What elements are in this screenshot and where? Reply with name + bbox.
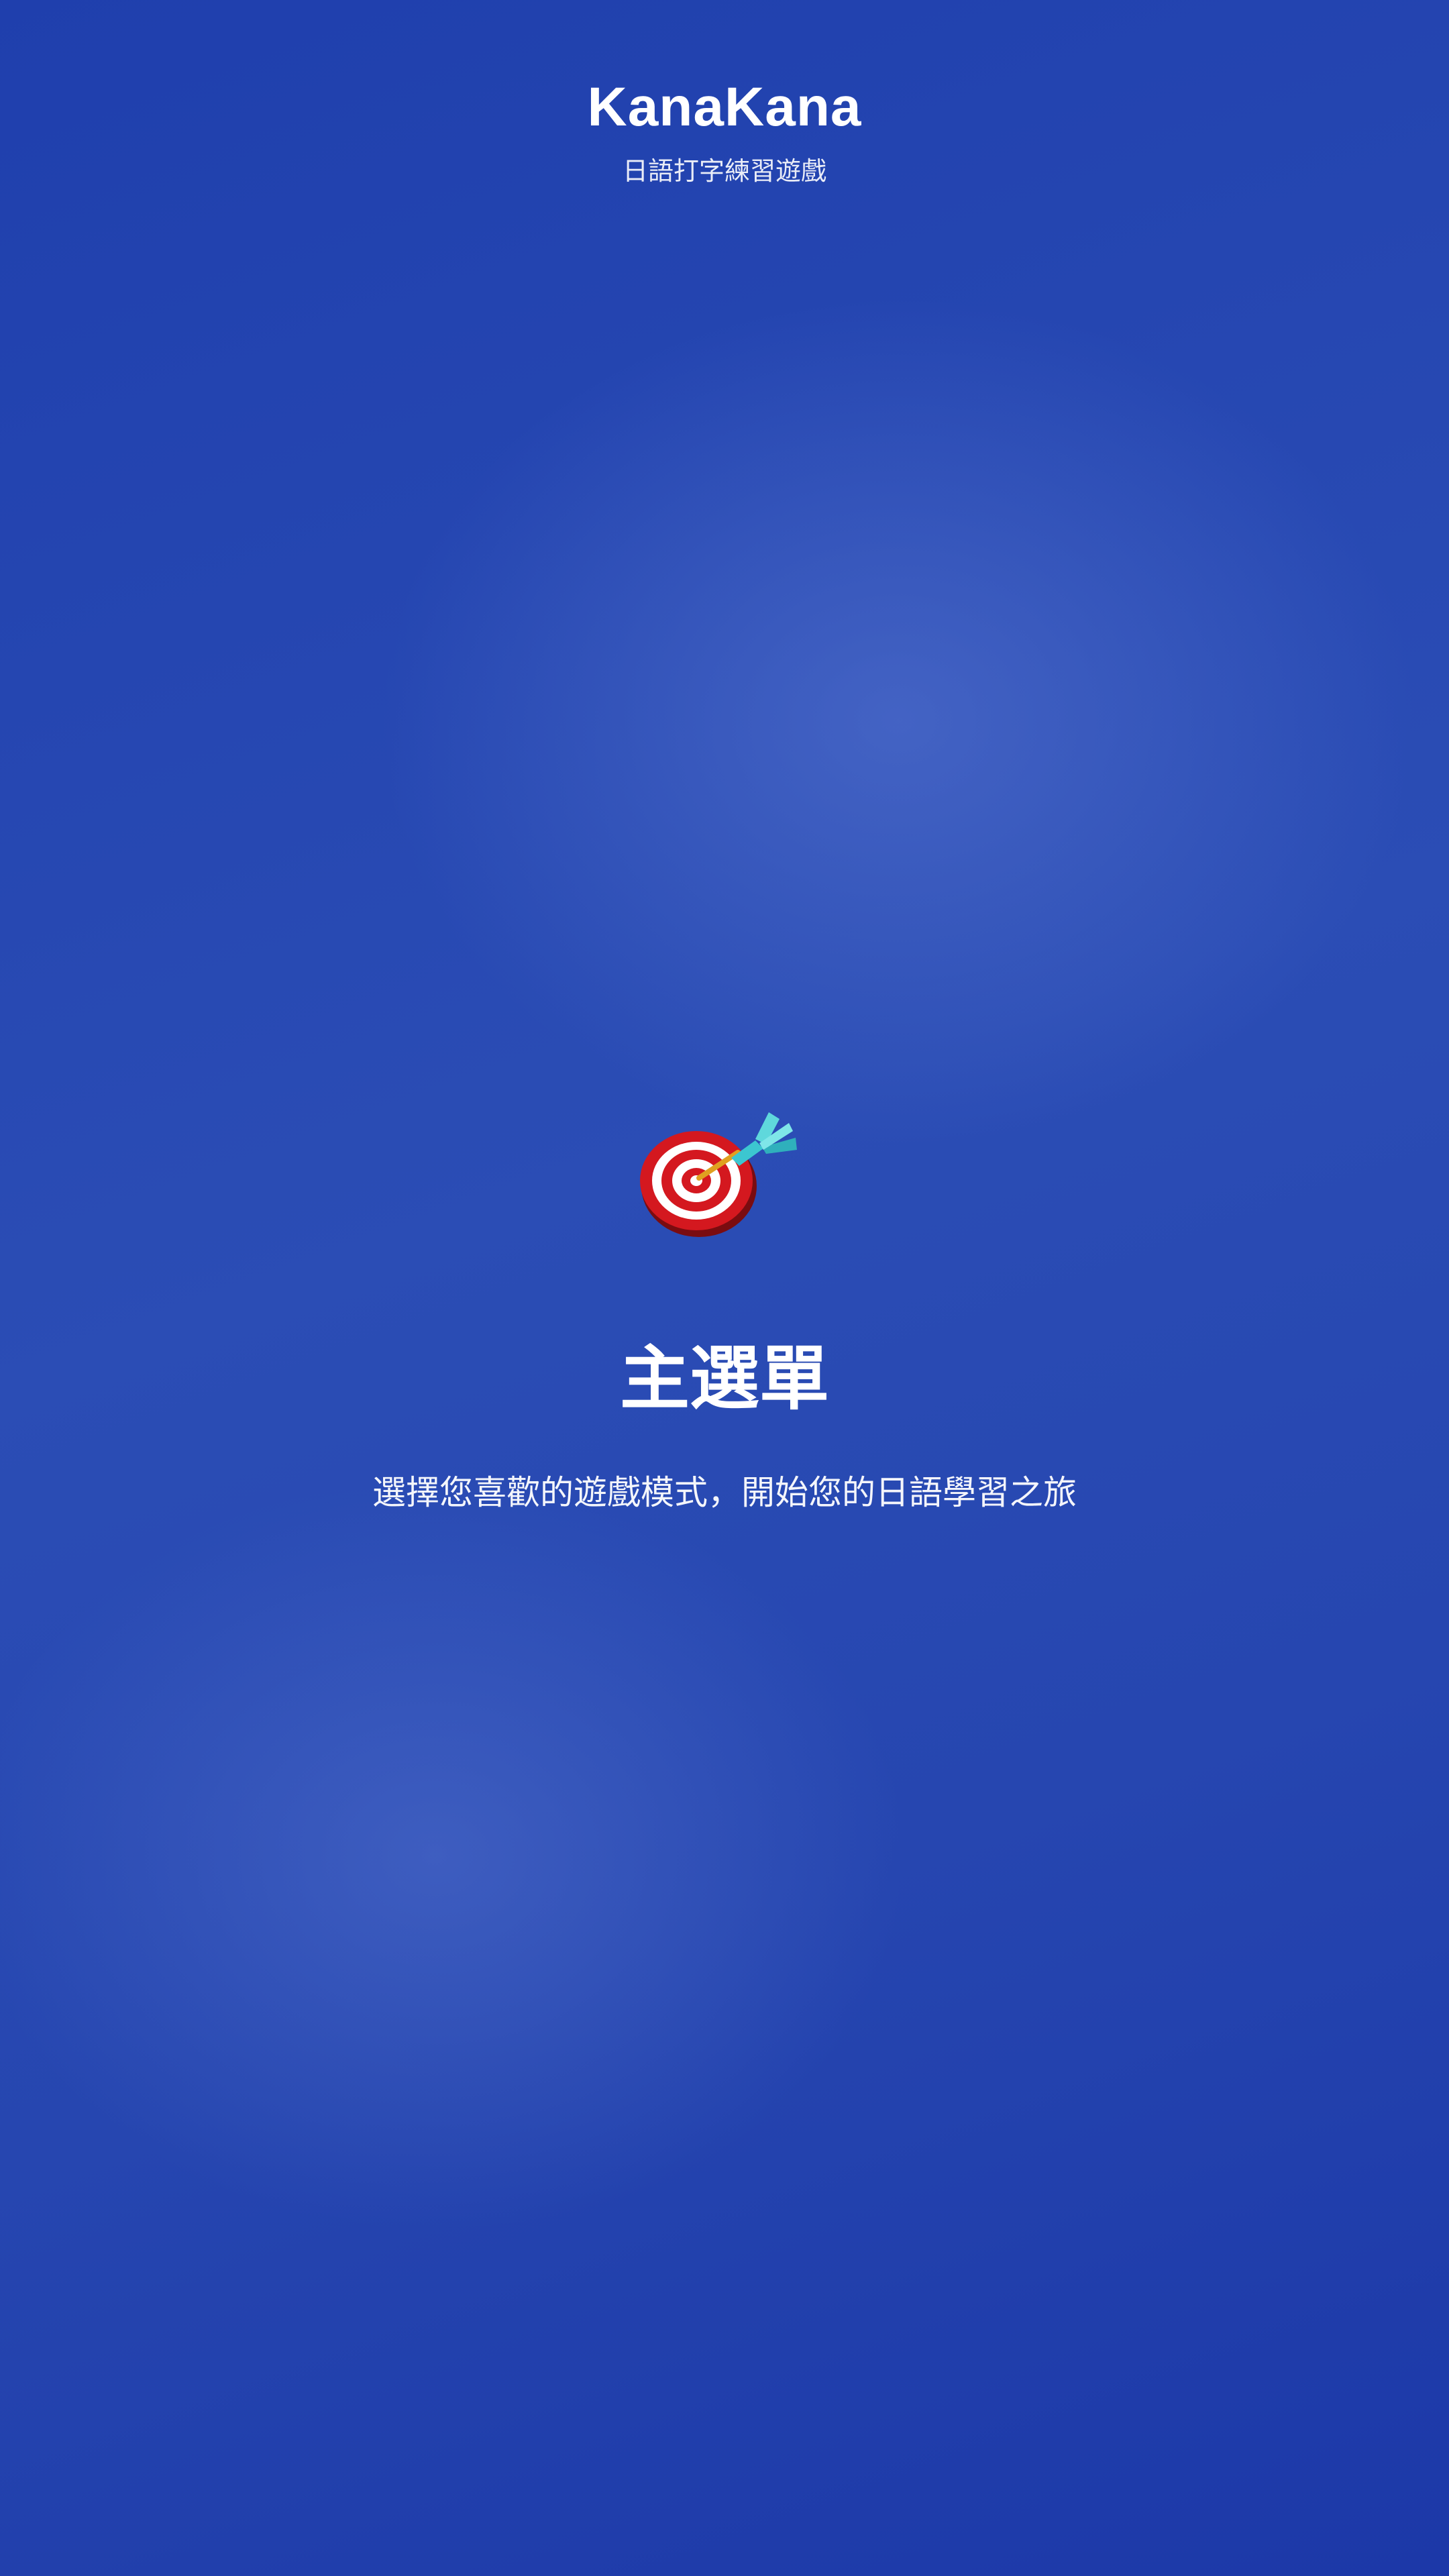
target-dart-icon xyxy=(640,1112,797,1237)
app-header: KanaKana 日語打字練習遊戲 xyxy=(0,74,1449,188)
app-title: KanaKana xyxy=(587,76,862,138)
main-menu-hero: 主選單 選擇您喜歡的遊戲模式，開始您的日語學習之旅 xyxy=(0,1100,1449,1516)
app-subtitle: 日語打字練習遊戲 xyxy=(622,156,826,186)
main-menu-title: 主選單 xyxy=(619,1338,829,1419)
main-menu-description: 選擇您喜歡的遊戲模式，開始您的日語學習之旅 xyxy=(372,1473,1077,1512)
